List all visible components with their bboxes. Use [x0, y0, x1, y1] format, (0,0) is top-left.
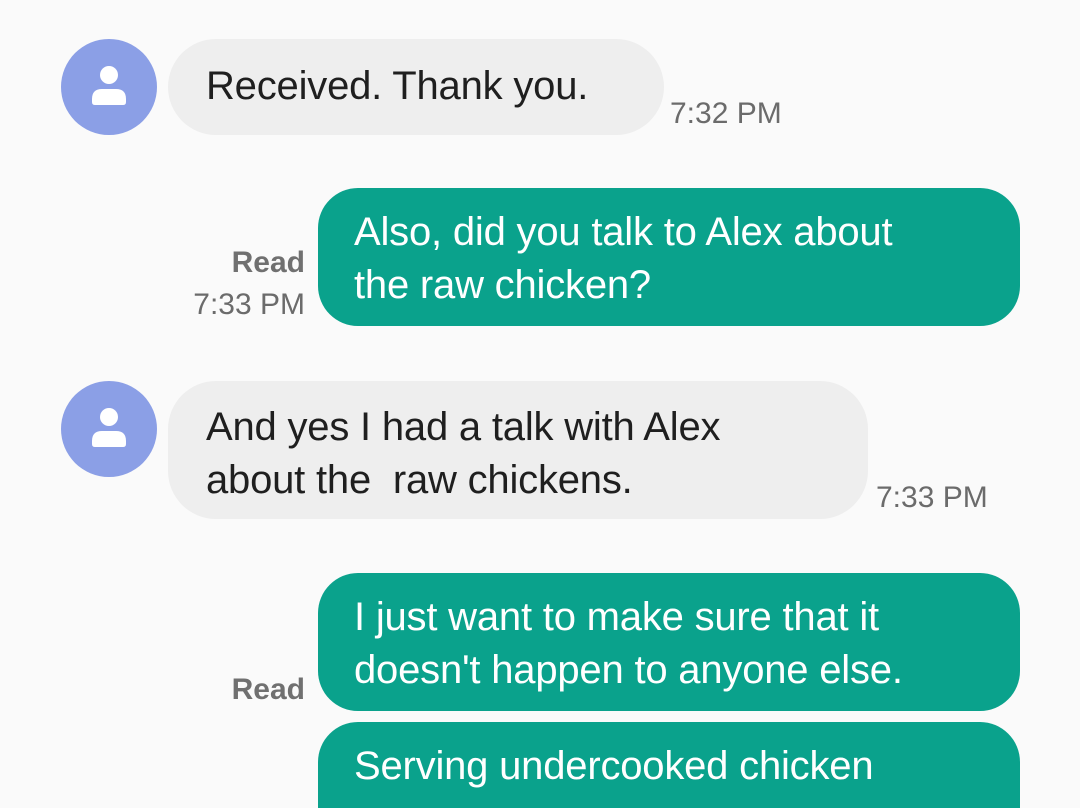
message-bubble-outgoing[interactable]: I just want to make sure that it doesn't…	[318, 573, 1020, 711]
message-timestamp: 7:33 PM	[193, 288, 305, 321]
read-receipt: Read	[231, 246, 305, 279]
message-text: I just want to make sure that it	[354, 595, 879, 639]
message-bubble-incoming[interactable]: And yes I had a talk with Alex about the…	[168, 381, 868, 519]
message-text: Serving undercooked chicken	[354, 744, 874, 788]
message-text: Also, did you talk to Alex about	[354, 210, 893, 254]
message-text: about the raw chickens.	[206, 458, 633, 502]
person-icon	[92, 408, 126, 447]
message-thread: Received. Thank you. 7:32 PM Read 7:33 P…	[0, 0, 1080, 808]
message-text: doesn't happen to anyone else.	[354, 648, 903, 692]
message-timestamp: 7:32 PM	[670, 97, 782, 130]
message-text: the raw chicken?	[354, 263, 651, 307]
read-receipt: Read	[231, 673, 305, 706]
contact-avatar[interactable]	[61, 39, 157, 135]
message-text: Received. Thank you.	[206, 64, 589, 108]
message-text: And yes I had a talk with Alex	[206, 405, 721, 449]
message-bubble-incoming[interactable]: Received. Thank you.	[168, 39, 664, 135]
message-timestamp: 7:33 PM	[876, 481, 988, 514]
message-bubble-outgoing[interactable]: Serving undercooked chicken	[318, 722, 1020, 808]
message-bubble-outgoing[interactable]: Also, did you talk to Alex about the raw…	[318, 188, 1020, 326]
person-icon	[92, 66, 126, 105]
contact-avatar[interactable]	[61, 381, 157, 477]
